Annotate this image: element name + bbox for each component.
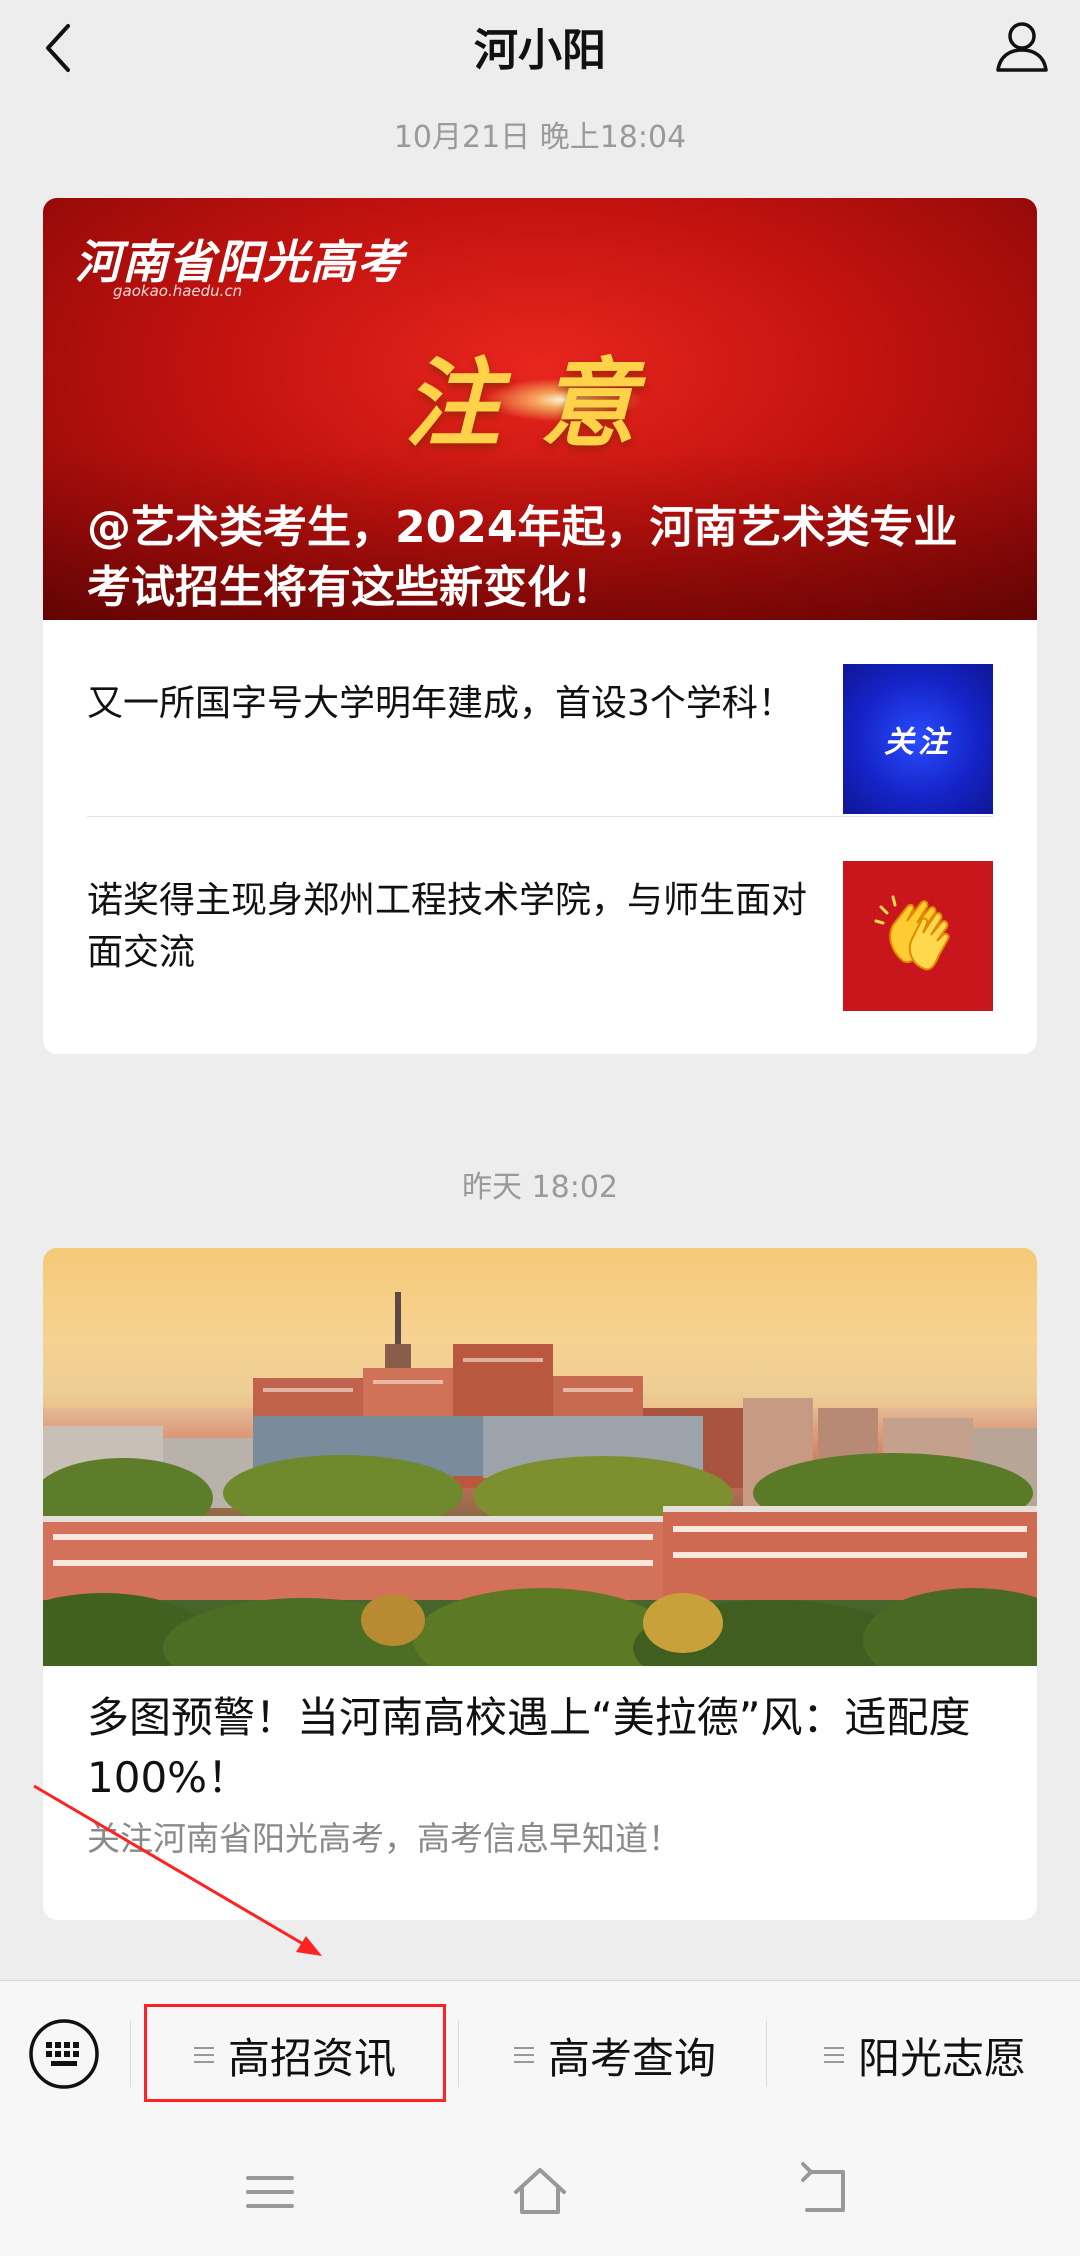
article-headline: @艺术类考生，2024年起，河南艺术类专业考试招生将有这些新变化！	[87, 502, 958, 613]
menu-divider	[766, 2021, 767, 2087]
article-description: 关注河南省阳光高考，高考信息早知道！	[87, 1819, 681, 1858]
menu-item-label: 阳光志愿	[857, 2033, 1026, 2083]
clapping-hands-icon	[874, 895, 950, 971]
menu-divider	[130, 2021, 131, 2087]
annotation-highlight-box	[144, 2004, 446, 2102]
list-item[interactable]: 又一所国字号大学明年建成，首设3个学科！ 关注	[87, 620, 993, 817]
article-title: 多图预警！当河南高校遇上“美拉德”风：适配度100%！	[87, 1693, 971, 1802]
back-nav-icon[interactable]	[795, 2162, 855, 2222]
menu-item-label: 高考查询	[547, 2033, 716, 2083]
hero-big-word: 注意	[404, 347, 676, 460]
article-hero[interactable]: 河南省阳光高考 gaokao.haedu.cn 注意 @艺术类考生，2024年起…	[43, 198, 1037, 620]
menu-divider	[458, 2021, 459, 2087]
brand-url: gaokao.haedu.cn	[113, 282, 243, 300]
campus-photo	[43, 1248, 1037, 1666]
chat-title: 河小阳	[474, 25, 606, 76]
article-photo[interactable]	[43, 1248, 1037, 1666]
keyboard-toggle-icon[interactable]	[27, 2017, 101, 2091]
list-item-title: 又一所国字号大学明年建成，首设3个学科！	[87, 683, 794, 724]
system-nav-bar	[0, 2126, 1080, 2256]
article-card[interactable]: 多图预警！当河南高校遇上“美拉德”风：适配度100%！ 关注河南省阳光高考，高考…	[43, 1248, 1037, 1920]
message-timestamp: 昨天 18:02	[462, 1170, 618, 1205]
menu-item-sunshine-volunteer[interactable]: 阳光志愿	[780, 2007, 1070, 2103]
menu-item-gaokao-query[interactable]: 高考查询	[470, 2007, 760, 2103]
article-card[interactable]: 河南省阳光高考 gaokao.haedu.cn 注意 @艺术类考生，2024年起…	[43, 198, 1037, 1054]
article-body[interactable]: 多图预警！当河南高校遇上“美拉德”风：适配度100%！ 关注河南省阳光高考，高考…	[43, 1666, 1037, 1892]
list-item-title: 诺奖得主现身郑州工程技术学院，与师生面对面交流	[87, 880, 808, 973]
home-icon[interactable]	[510, 2162, 570, 2222]
top-bar: 河小阳	[0, 0, 1080, 108]
message-timestamp: 10月21日 晚上18:04	[393, 120, 687, 155]
menu-lines-icon	[513, 2042, 534, 2068]
list-item-thumbnail: 关注	[843, 664, 993, 814]
list-item-thumbnail	[843, 861, 993, 1011]
menu-lines-icon	[823, 2042, 844, 2068]
list-item[interactable]: 诺奖得主现身郑州工程技术学院，与师生面对面交流	[87, 817, 993, 1013]
thumbnail-text: 关注	[884, 725, 952, 760]
profile-icon[interactable]	[990, 14, 1054, 78]
menu-icon[interactable]	[240, 2162, 300, 2222]
